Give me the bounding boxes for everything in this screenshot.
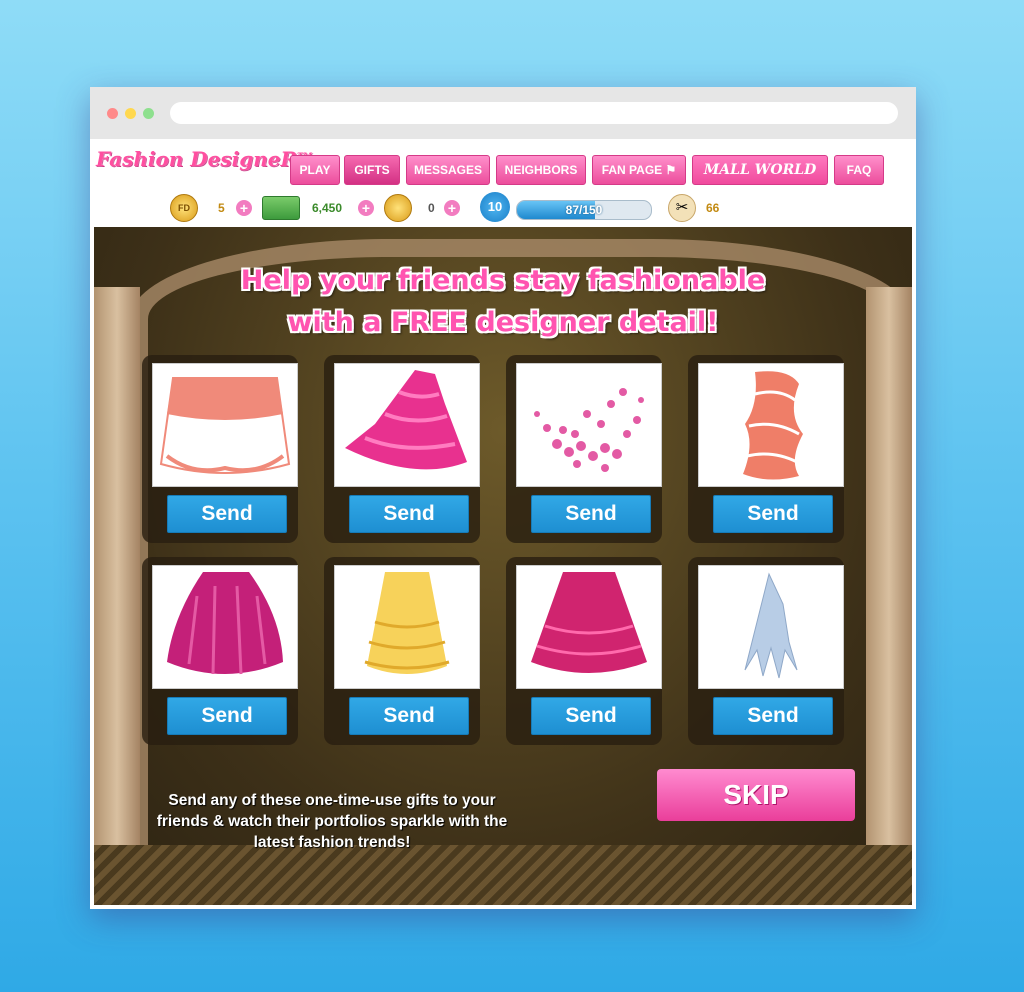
pink-sequin-floral-icon[interactable] — [516, 363, 662, 487]
headline-line-2: with a FREE designer detail! — [287, 307, 719, 338]
logo-text: Fashion DesigneR — [96, 147, 298, 171]
gift-card: Send — [506, 557, 662, 745]
gift-card: Send — [506, 355, 662, 543]
skip-button[interactable]: SKIP — [657, 769, 855, 821]
send-gift-button[interactable]: Send — [167, 697, 287, 735]
magenta-tiered-skirt-icon[interactable] — [516, 565, 662, 689]
send-gift-button[interactable]: Send — [349, 495, 469, 533]
tab-messages-label: MESSAGES — [413, 163, 482, 177]
browser-chrome — [90, 87, 916, 139]
tab-gifts[interactable]: GIFTS — [344, 155, 400, 185]
fashion-designer-logo: Fashion DesigneRTM — [96, 147, 312, 171]
yellow-tiered-skirt-icon[interactable] — [334, 565, 480, 689]
scissors-stat: ✂ 66 — [668, 194, 738, 222]
gift-card: Send — [324, 355, 480, 543]
level-star-icon: 10 — [480, 192, 510, 222]
send-gift-button[interactable]: Send — [713, 697, 833, 735]
gift-card: Send — [142, 557, 298, 745]
tab-fan-page-label: FAN PAGE — [601, 163, 663, 177]
flag-icon: ⚑ — [665, 163, 677, 177]
gift-card: Send — [324, 557, 480, 745]
xp-progress-bar: 87/150 — [516, 200, 652, 220]
facebook-credit-icon — [384, 194, 412, 222]
cash-stat: 6,450 + — [262, 196, 392, 220]
tab-neighbors-label: NEIGHBORS — [504, 163, 578, 177]
send-gift-button[interactable]: Send — [531, 495, 651, 533]
coral-white-skirt-icon[interactable] — [152, 363, 298, 487]
gift-selection-screen: Help your friends stay fashionable with … — [94, 227, 912, 905]
left-pillar — [94, 287, 140, 905]
close-window-dot[interactable] — [107, 108, 118, 119]
coral-swirl-fabric-icon[interactable] — [698, 363, 844, 487]
cash-icon — [262, 196, 300, 220]
magenta-bubble-skirt-icon[interactable] — [152, 565, 298, 689]
send-gift-button[interactable]: Send — [349, 697, 469, 735]
stage-floor — [94, 845, 912, 905]
scissors-value: 66 — [706, 201, 720, 215]
tab-play[interactable]: PLAY — [290, 155, 340, 185]
headline-line-1: Help your friends stay fashionable — [240, 265, 766, 296]
browser-window: Fashion DesigneRTM PLAY GIFTS MESSAGES N… — [90, 87, 916, 909]
tab-play-label: PLAY — [299, 163, 331, 177]
facebook-credits-value: 0 — [428, 201, 435, 215]
tab-gifts-label: GIFTS — [354, 163, 390, 177]
facebook-credits-stat: 0 + — [384, 194, 474, 222]
send-gift-button[interactable]: Send — [531, 697, 651, 735]
add-fd-coins-button[interactable]: + — [236, 200, 252, 216]
pink-ruffle-skirt-icon[interactable] — [334, 363, 480, 487]
maximize-window-dot[interactable] — [143, 108, 154, 119]
minimize-window-dot[interactable] — [125, 108, 136, 119]
tab-mall-world[interactable]: MALL WORLD — [692, 155, 828, 185]
tab-faq[interactable]: FAQ — [834, 155, 884, 185]
gift-card: Send — [688, 355, 844, 543]
address-bar[interactable] — [170, 102, 898, 124]
fd-coin-icon: FD — [170, 194, 198, 222]
scissors-icon: ✂ — [668, 194, 696, 222]
tab-neighbors[interactable]: NEIGHBORS — [496, 155, 586, 185]
gift-instructions: Send any of these one-time-use gifts to … — [156, 792, 508, 851]
cash-value: 6,450 — [312, 201, 343, 215]
fd-coins-value: 5 — [218, 201, 225, 215]
level-stat: 10 87/150 — [480, 192, 656, 222]
send-gift-button[interactable]: Send — [167, 495, 287, 533]
add-facebook-credits-button[interactable]: + — [444, 200, 460, 216]
right-pillar — [866, 287, 912, 905]
gift-card: Send — [142, 355, 298, 543]
tab-mall-world-label: MALL WORLD — [703, 162, 817, 178]
send-gift-button[interactable]: Send — [713, 495, 833, 533]
xp-progress-text: 87/150 — [565, 203, 603, 217]
tab-messages[interactable]: MESSAGES — [406, 155, 490, 185]
icy-feather-fringe-icon[interactable] — [698, 565, 844, 689]
tab-fan-page[interactable]: FAN PAGE ⚑ — [592, 155, 686, 185]
gift-card: Send — [688, 557, 844, 745]
tab-faq-label: FAQ — [846, 163, 872, 177]
add-cash-button[interactable]: + — [358, 200, 374, 216]
